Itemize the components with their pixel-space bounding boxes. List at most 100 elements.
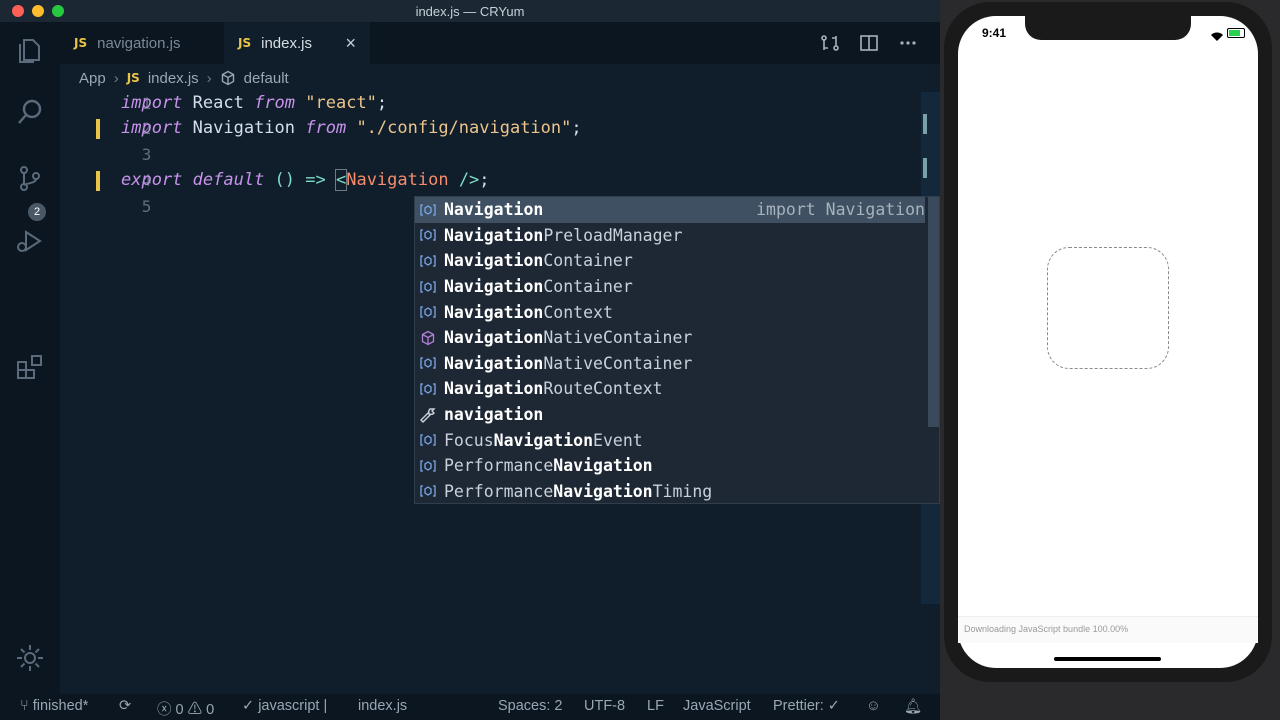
semicolon: ; (571, 118, 582, 138)
suggestion-match: Navigation (444, 328, 544, 348)
symbol-variable-icon (418, 432, 438, 448)
home-indicator[interactable] (1054, 657, 1161, 661)
suggestion-match: navigation (444, 405, 544, 425)
extensions-icon[interactable] (14, 352, 46, 384)
breadcrumb-symbol[interactable]: default (244, 70, 289, 87)
explorer-icon[interactable] (14, 34, 46, 66)
suggestion-match: Navigation (444, 277, 544, 297)
prettier-status[interactable]: Prettier: ✓ (773, 698, 840, 714)
suggestion-label: navigation (444, 405, 543, 424)
suggestion-prefix: Performance (444, 456, 554, 476)
search-icon[interactable] (14, 96, 46, 128)
suggest-scrollbar[interactable] (928, 197, 939, 427)
branch-status[interactable]: ⑂ finished* (20, 698, 88, 714)
suggestion-item[interactable]: NavigationContainer (415, 274, 925, 300)
eol-status[interactable]: LF (647, 698, 664, 714)
symbol-variable-icon (418, 355, 438, 371)
eslint-status[interactable]: ✓ javascript | (242, 698, 327, 714)
suggestion-item[interactable]: FocusNavigationEvent (415, 427, 925, 453)
suggestion-match: Navigation (444, 353, 544, 373)
code-line: 2 import Navigation from "./config/navig… (60, 117, 920, 142)
tab-label: index.js (261, 34, 312, 52)
symbol-variable-icon (418, 483, 438, 499)
suggestion-label: PerformanceNavigation (444, 456, 653, 475)
wifi-icon (1211, 28, 1223, 46)
symbol-variable-icon (418, 279, 438, 295)
suggestion-item[interactable]: navigation (415, 402, 925, 428)
git-branch-icon: ⑂ (20, 698, 33, 714)
suggestion-match: Navigation (444, 225, 544, 245)
suggestion-prefix: Performance (444, 481, 554, 501)
js-file-icon: JS (126, 71, 140, 85)
jsx-self-close: /> (448, 170, 480, 190)
line-number: 5 (141, 197, 152, 216)
keyword: default (182, 170, 265, 190)
identifier: React (182, 93, 255, 113)
tab-navigation-js[interactable]: JS navigation.js (60, 22, 220, 64)
status-time: 9:41 (982, 26, 1007, 40)
code-line: 1 import React from "react"; (60, 92, 920, 117)
git-modified-indicator (96, 171, 100, 191)
keyword: from (254, 93, 296, 113)
check-icon: ✓ (242, 698, 259, 714)
autocomplete-suggestions: Navigation import Navigation NavigationPre… (414, 196, 940, 504)
encoding-status[interactable]: UTF-8 (584, 698, 625, 714)
suggestion-item[interactable]: NavigationPreloadManager (415, 223, 925, 249)
open-changes-icon[interactable] (820, 34, 840, 52)
code-line: 4 export default () => <Navigation />; (60, 169, 920, 194)
overview-ruler-mark (923, 158, 927, 178)
sync-icon[interactable]: ⟳ (119, 698, 131, 714)
semicolon: ; (376, 93, 388, 113)
suggestion-item[interactable]: NavigationRouteContext (415, 376, 925, 402)
split-editor-icon[interactable] (859, 34, 879, 52)
symbol-variable-icon (418, 253, 438, 269)
breadcrumb: App › JS index.js › default (60, 66, 920, 90)
keyword: import (121, 118, 183, 138)
notifications-bell-icon[interactable]: 🔔︎ (904, 698, 922, 715)
suggestion-item[interactable]: Navigation import Navigation (415, 197, 925, 223)
close-tab-icon[interactable]: × (345, 33, 356, 54)
suggestion-suffix: NativeContainer (543, 328, 693, 348)
keyword: import (121, 93, 183, 113)
suggestion-match: Navigation (444, 251, 544, 271)
lint-language: javascript (258, 698, 320, 714)
breadcrumb-folder[interactable]: App (79, 70, 106, 87)
suggestion-label: NavigationPreloadManager (444, 226, 682, 245)
more-actions-icon[interactable] (898, 34, 918, 52)
indentation-status[interactable]: Spaces: 2 (498, 698, 563, 714)
suggestion-item[interactable]: NavigationNativeContainer (415, 325, 925, 351)
suggestion-label: NavigationContainer (444, 251, 633, 270)
branch-name: finished* (32, 698, 89, 714)
semicolon: ; (479, 170, 490, 190)
suggestion-item[interactable]: NavigationNativeContainer (415, 351, 925, 377)
tab-label: navigation.js (97, 34, 181, 52)
string-literal: "react" (295, 93, 377, 113)
error-icon: ⓧ (157, 702, 176, 718)
suggestion-item[interactable]: NavigationContainer (415, 248, 925, 274)
suggestion-item[interactable]: PerformanceNavigation (415, 453, 925, 479)
language-mode[interactable]: JavaScript (683, 698, 751, 714)
suggestion-label: Navigation (444, 200, 543, 219)
feedback-icon[interactable]: ☺ (866, 698, 881, 714)
suggestion-detail: import Navigation (756, 200, 925, 220)
symbol-variable-icon (418, 227, 438, 243)
settings-gear-icon[interactable] (14, 642, 46, 674)
suggestion-suffix: Context (543, 302, 613, 322)
bundle-loading-text: Downloading JavaScript bundle 100.00% (964, 624, 1129, 634)
identifier: Navigation (182, 118, 306, 138)
source-control-icon[interactable] (14, 162, 46, 194)
breadcrumb-file[interactable]: index.js (148, 70, 199, 87)
suggestion-item[interactable]: PerformanceNavigationTiming (415, 479, 925, 503)
suggestion-item[interactable]: NavigationContext (415, 299, 925, 325)
run-debug-icon[interactable] (14, 225, 46, 257)
suggestion-label: NavigationContainer (444, 277, 633, 296)
problems-status[interactable]: ⓧ 0 ⚠ 0 (157, 698, 214, 719)
title-bar: index.js — CRYum (0, 0, 940, 22)
suggestion-label: NavigationRouteContext (444, 379, 663, 398)
suggestion-match: Navigation (444, 200, 544, 220)
string-literal: "./config/navigation" (346, 118, 572, 138)
current-file-status[interactable]: index.js (358, 698, 407, 714)
tab-index-js[interactable]: JS index.js × (224, 22, 370, 64)
git-modified-indicator (96, 119, 100, 139)
jsx-tag: Navigation (346, 170, 449, 190)
